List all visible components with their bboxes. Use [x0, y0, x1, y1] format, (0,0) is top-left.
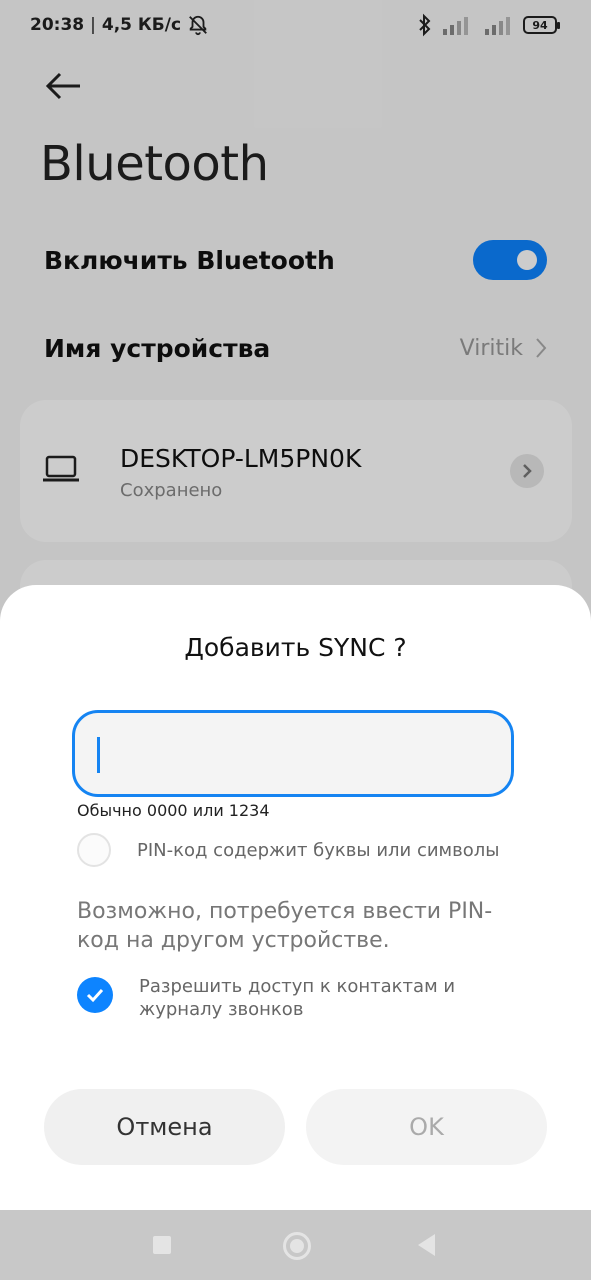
- home-button[interactable]: [283, 1232, 311, 1260]
- bluetooth-settings-screen: 20:38 | 4,5 КБ/с 94 Bluetooth Включить B…: [0, 0, 591, 1280]
- dialog-title: Добавить SYNC ?: [184, 633, 407, 662]
- pairing-dialog: Добавить SYNC ? Обычно 0000 или 1234 PIN…: [0, 585, 591, 1210]
- recent-apps-button[interactable]: [153, 1236, 171, 1254]
- pin-letters-label: PIN-код содержит буквы или символы: [137, 840, 500, 861]
- contacts-access-option[interactable]: Разрешить доступ к контактам и журналу з…: [77, 975, 469, 1021]
- pin-letters-checkbox[interactable]: [77, 833, 111, 867]
- text-cursor: [97, 737, 100, 773]
- back-nav-button[interactable]: [418, 1234, 435, 1256]
- contacts-access-checkbox[interactable]: [77, 977, 113, 1013]
- ok-button[interactable]: OK: [306, 1089, 547, 1165]
- pin-note: Возможно, потребуется ввести PIN-код на …: [77, 899, 493, 953]
- checkmark-icon: [86, 988, 104, 1003]
- pin-hint: Обычно 0000 или 1234: [77, 801, 270, 820]
- navigation-bar: [0, 1210, 591, 1280]
- cancel-button[interactable]: Отмена: [44, 1089, 285, 1165]
- pin-input[interactable]: [72, 710, 514, 797]
- pin-letters-option[interactable]: PIN-код содержит буквы или символы: [77, 833, 499, 867]
- contacts-access-label: Разрешить доступ к контактам и журналу з…: [139, 976, 456, 1020]
